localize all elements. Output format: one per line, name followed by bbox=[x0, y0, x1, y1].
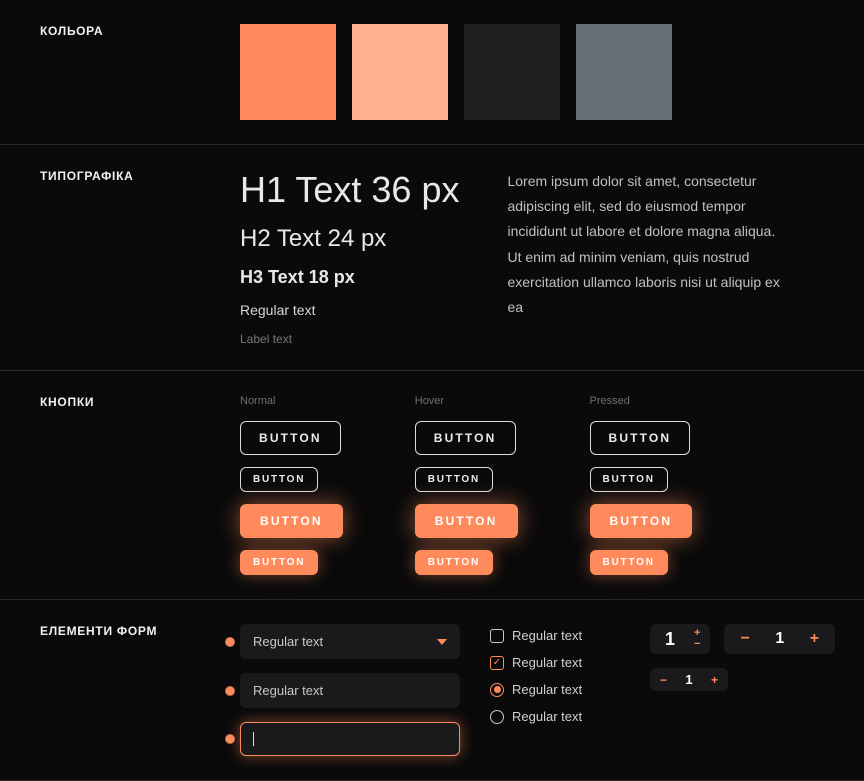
lorem-text: Lorem ipsum dolor sit amet, consectetur … bbox=[507, 169, 787, 346]
stepper-horizontal[interactable]: − 1 + bbox=[724, 624, 835, 654]
section-forms: ЕЛЕМЕНТИ ФОРМ Regular text Regular text bbox=[0, 600, 864, 781]
select-value: Regular text bbox=[253, 634, 323, 649]
text-input-field[interactable]: Regular text bbox=[240, 673, 460, 708]
radio-label: Regular text bbox=[512, 682, 582, 697]
swatch-accent bbox=[240, 24, 336, 120]
button-outline-small-hover[interactable]: BUTTON bbox=[415, 467, 493, 492]
section-buttons: КНОПКИ Normal BUTTON BUTTON BUTTON BUTTO… bbox=[0, 371, 864, 600]
checkbox-checked[interactable]: ✓ Regular text bbox=[490, 655, 620, 670]
label-sample: Label text bbox=[240, 332, 459, 346]
section-colors-label: КОЛЬОРА bbox=[40, 24, 240, 120]
section-colors: КОЛЬОРА bbox=[0, 0, 864, 145]
plus-icon[interactable]: + bbox=[802, 631, 827, 647]
button-solid-large-pressed[interactable]: BUTTON bbox=[590, 504, 693, 538]
form-inputs-column: Regular text Regular text bbox=[240, 624, 460, 756]
button-solid-small-hover[interactable]: BUTTON bbox=[415, 550, 493, 575]
swatch-accent-light bbox=[352, 24, 448, 120]
bullet-icon bbox=[226, 687, 234, 695]
color-swatches bbox=[240, 24, 824, 120]
button-solid-large[interactable]: BUTTON bbox=[240, 504, 343, 538]
stepper-value: 1 bbox=[660, 629, 680, 650]
radio-icon bbox=[490, 683, 504, 697]
h3-sample: H3 Text 18 px bbox=[240, 267, 459, 288]
minus-icon[interactable]: − bbox=[656, 674, 671, 686]
section-buttons-label: КНОПКИ bbox=[40, 395, 240, 575]
chevron-down-icon bbox=[437, 639, 447, 645]
state-label-hover: Hover bbox=[415, 395, 518, 407]
checkmark-icon: ✓ bbox=[493, 658, 501, 668]
h1-sample: H1 Text 36 px bbox=[240, 169, 459, 211]
button-outline-small-pressed[interactable]: BUTTON bbox=[590, 467, 668, 492]
radio-icon bbox=[490, 710, 504, 724]
button-outline-large[interactable]: BUTTON bbox=[240, 421, 341, 455]
text-input-field-focused[interactable] bbox=[240, 722, 460, 756]
bullet-icon bbox=[226, 638, 234, 646]
button-col-hover: Hover BUTTON BUTTON BUTTON BUTTON bbox=[415, 395, 518, 575]
button-outline-large-pressed[interactable]: BUTTON bbox=[590, 421, 691, 455]
checkbox-label: Regular text bbox=[512, 655, 582, 670]
radio-unchecked[interactable]: Regular text bbox=[490, 709, 620, 724]
state-label-normal: Normal bbox=[240, 395, 343, 407]
button-outline-small[interactable]: BUTTON bbox=[240, 467, 318, 492]
button-solid-small[interactable]: BUTTON bbox=[240, 550, 318, 575]
input-value: Regular text bbox=[253, 683, 323, 698]
form-toggles-column: Regular text ✓ Regular text Regular text… bbox=[490, 628, 620, 756]
form-steppers-column: 1 + − − 1 + − 1 + bbox=[650, 624, 835, 756]
radio-checked[interactable]: Regular text bbox=[490, 682, 620, 697]
button-col-pressed: Pressed BUTTON BUTTON BUTTON BUTTON bbox=[590, 395, 693, 575]
swatch-gray-dark bbox=[464, 24, 560, 120]
minus-icon[interactable]: − bbox=[732, 631, 757, 647]
plus-icon[interactable]: + bbox=[707, 674, 722, 686]
stepper-value: 1 bbox=[762, 630, 798, 648]
select-field[interactable]: Regular text bbox=[240, 624, 460, 659]
h2-sample: H2 Text 24 px bbox=[240, 225, 459, 253]
section-typography: ТИПОГРАФІКА H1 Text 36 px H2 Text 24 px … bbox=[0, 145, 864, 371]
checkbox-icon: ✓ bbox=[490, 656, 504, 670]
button-outline-large-hover[interactable]: BUTTON bbox=[415, 421, 516, 455]
radio-label: Regular text bbox=[512, 709, 582, 724]
button-solid-small-pressed[interactable]: BUTTON bbox=[590, 550, 668, 575]
checkbox-label: Regular text bbox=[512, 628, 582, 643]
button-col-normal: Normal BUTTON BUTTON BUTTON BUTTON bbox=[240, 395, 343, 575]
section-forms-label: ЕЛЕМЕНТИ ФОРМ bbox=[40, 624, 240, 756]
regular-sample: Regular text bbox=[240, 302, 459, 318]
section-typography-label: ТИПОГРАФІКА bbox=[40, 169, 240, 346]
checkbox-unchecked[interactable]: Regular text bbox=[490, 628, 620, 643]
button-solid-large-hover[interactable]: BUTTON bbox=[415, 504, 518, 538]
state-label-pressed: Pressed bbox=[590, 395, 693, 407]
stepper-tiny[interactable]: − 1 + bbox=[650, 668, 728, 691]
checkbox-icon bbox=[490, 629, 504, 643]
typography-samples: H1 Text 36 px H2 Text 24 px H3 Text 18 p… bbox=[240, 169, 459, 346]
swatch-gray-blue bbox=[576, 24, 672, 120]
bullet-icon bbox=[226, 735, 234, 743]
radio-dot-icon bbox=[494, 686, 501, 693]
minus-icon[interactable]: − bbox=[694, 639, 700, 650]
stepper-vertical[interactable]: 1 + − bbox=[650, 624, 710, 654]
text-cursor-icon bbox=[253, 732, 254, 746]
stepper-value: 1 bbox=[679, 672, 699, 687]
